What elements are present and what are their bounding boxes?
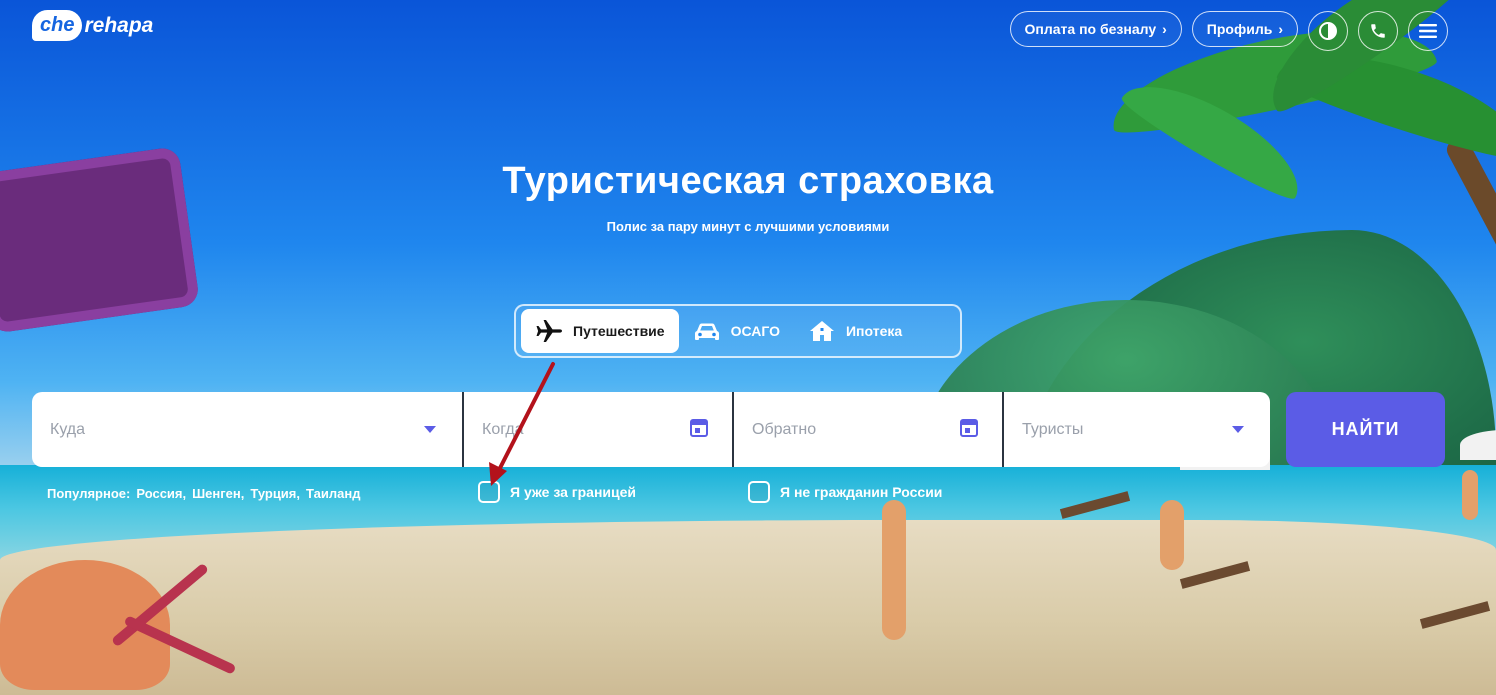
hamburger-menu-icon — [1419, 24, 1437, 38]
person-illustration — [1462, 470, 1478, 520]
chevron-right-icon: › — [1162, 21, 1167, 37]
chevron-down-icon — [1232, 426, 1244, 433]
destination-select[interactable]: Куда — [32, 392, 462, 467]
cashless-payment-label: Оплата по безналу — [1024, 21, 1157, 37]
popular-link-thailand[interactable]: Таиланд — [306, 486, 360, 501]
airplane-icon — [536, 320, 562, 342]
return-date-placeholder: Обратно — [752, 420, 817, 438]
checkbox-box[interactable] — [478, 481, 500, 503]
search-form: Куда Когда Обратно Туристы — [32, 392, 1270, 467]
non-citizen-label: Я не гражданин России — [780, 484, 943, 500]
person-illustration — [882, 500, 906, 640]
destination-placeholder: Куда — [50, 420, 86, 438]
chevron-right-icon: › — [1278, 21, 1283, 37]
popular-link-russia[interactable]: Россия, — [136, 486, 186, 501]
logo-bubble: che — [32, 10, 83, 41]
menu-button[interactable] — [1408, 11, 1448, 51]
profile-button[interactable]: Профиль › — [1191, 11, 1298, 47]
page-subtitle: Полис за пару минут с лучшими условиями — [606, 219, 890, 234]
popular-link-schengen[interactable]: Шенген, — [192, 486, 244, 501]
page-title: Туристическая страховка — [502, 160, 994, 202]
contrast-toggle-button[interactable] — [1308, 11, 1348, 51]
tab-osago[interactable]: ОСАГО — [679, 309, 794, 353]
contrast-icon — [1319, 22, 1337, 40]
profile-label: Профиль — [1206, 21, 1273, 37]
calendar-icon — [960, 419, 978, 437]
logo-text: rehapa — [84, 13, 154, 37]
tourists-select[interactable]: Туристы — [1002, 392, 1270, 467]
phone-icon — [1371, 24, 1385, 38]
already-abroad-label: Я уже за границей — [510, 484, 637, 500]
departure-date-field[interactable]: Когда — [462, 392, 732, 467]
car-icon — [694, 323, 719, 340]
tab-mortgage-label: Ипотека — [845, 323, 903, 339]
top-navigation: Оплата по безналу › Профиль › — [1009, 11, 1448, 51]
person-illustration — [1160, 500, 1184, 570]
insurance-type-tabs: Путешествие ОСАГО Ипотека — [514, 304, 962, 358]
popular-link-turkey[interactable]: Турция, — [250, 486, 300, 501]
chevron-down-icon — [424, 426, 436, 433]
phone-call-button[interactable] — [1358, 11, 1398, 51]
cashless-payment-button[interactable]: Оплата по безналу › — [1009, 11, 1182, 47]
find-button[interactable]: НАЙТИ — [1286, 392, 1445, 467]
checkbox-box[interactable] — [748, 481, 770, 503]
house-icon — [809, 321, 834, 341]
tab-osago-label: ОСАГО — [730, 323, 780, 339]
tourists-placeholder: Туристы — [1022, 420, 1084, 438]
return-date-field[interactable]: Обратно — [732, 392, 1002, 467]
calendar-icon — [690, 419, 708, 437]
departure-date-placeholder: Когда — [482, 420, 524, 438]
popular-label: Популярное: — [47, 486, 131, 501]
tab-travel-label: Путешествие — [573, 323, 665, 339]
tab-mortgage[interactable]: Ипотека — [794, 309, 916, 353]
tab-travel[interactable]: Путешествие — [521, 309, 679, 353]
already-abroad-checkbox[interactable]: Я уже за границей — [478, 481, 636, 503]
popular-destinations: Популярное: Россия, Шенген, Турция, Таил… — [47, 486, 360, 501]
cherehapa-logo[interactable]: che rehapa — [32, 10, 153, 41]
non-citizen-checkbox[interactable]: Я не гражданин России — [748, 481, 942, 503]
